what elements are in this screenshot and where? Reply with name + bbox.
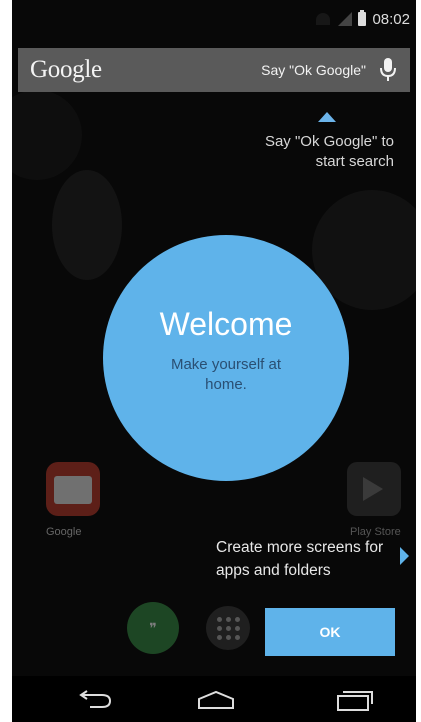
status-time: 08:02 xyxy=(372,10,410,28)
grid-dot xyxy=(217,635,222,640)
phone-frame: 08:02 Google Say "Ok Google" Say "Ok Goo… xyxy=(0,0,421,722)
hangouts-app-icon[interactable]: ❞ xyxy=(127,602,179,654)
grid-dot xyxy=(217,626,222,631)
grid-dot xyxy=(235,635,240,640)
recents-icon[interactable] xyxy=(334,690,374,717)
wallpaper-shape xyxy=(12,90,82,180)
grid-dot xyxy=(226,626,231,631)
home-icon[interactable] xyxy=(196,690,236,715)
tooltip-line-2: start search xyxy=(315,153,394,170)
play-icon xyxy=(363,477,383,501)
ok-google-hint: Say "Ok Google" xyxy=(261,62,366,78)
google-logo: Google xyxy=(30,56,102,83)
grid-dot xyxy=(235,617,240,622)
screens-hint-line-1: Create more screens for xyxy=(216,539,384,556)
screens-hint-line-2: apps and folders xyxy=(216,562,331,579)
screens-hint-arrow-icon xyxy=(400,547,409,565)
welcome-bubble: Welcome Make yourself at home. xyxy=(103,235,349,481)
wallpaper-shape xyxy=(52,170,122,280)
ok-google-tooltip: Say "Ok Google" to start search xyxy=(214,132,394,172)
wifi-icon xyxy=(316,13,331,25)
navigation-bar xyxy=(12,676,416,722)
gmail-app-label: Google xyxy=(46,526,82,538)
gmail-app-icon[interactable] xyxy=(46,462,100,516)
screens-hint: Create more screens for apps and folders xyxy=(216,536,406,582)
signal-icon xyxy=(336,12,353,26)
home-screen: 08:02 Google Say "Ok Google" Say "Ok Goo… xyxy=(12,0,416,722)
grid-dot xyxy=(217,617,222,622)
battery-icon xyxy=(358,10,367,26)
app-drawer-button[interactable] xyxy=(206,606,250,650)
tooltip-arrow-icon xyxy=(318,112,336,122)
grid-dot xyxy=(226,617,231,622)
grid-dot xyxy=(226,635,231,640)
tooltip-line-1: Say "Ok Google" to xyxy=(264,133,394,150)
ok-button[interactable]: OK xyxy=(265,608,395,656)
mic-icon[interactable] xyxy=(378,57,398,83)
hangouts-quote-icon: ❞ xyxy=(149,619,157,636)
welcome-title: Welcome xyxy=(159,305,293,342)
welcome-subtitle: Make yourself at home. xyxy=(170,355,282,393)
back-icon[interactable] xyxy=(74,690,114,715)
play-store-app-icon[interactable] xyxy=(347,462,401,516)
status-bar: 08:02 xyxy=(12,0,416,38)
google-search-bar[interactable]: Google Say "Ok Google" xyxy=(18,48,410,92)
grid-dot xyxy=(235,626,240,631)
